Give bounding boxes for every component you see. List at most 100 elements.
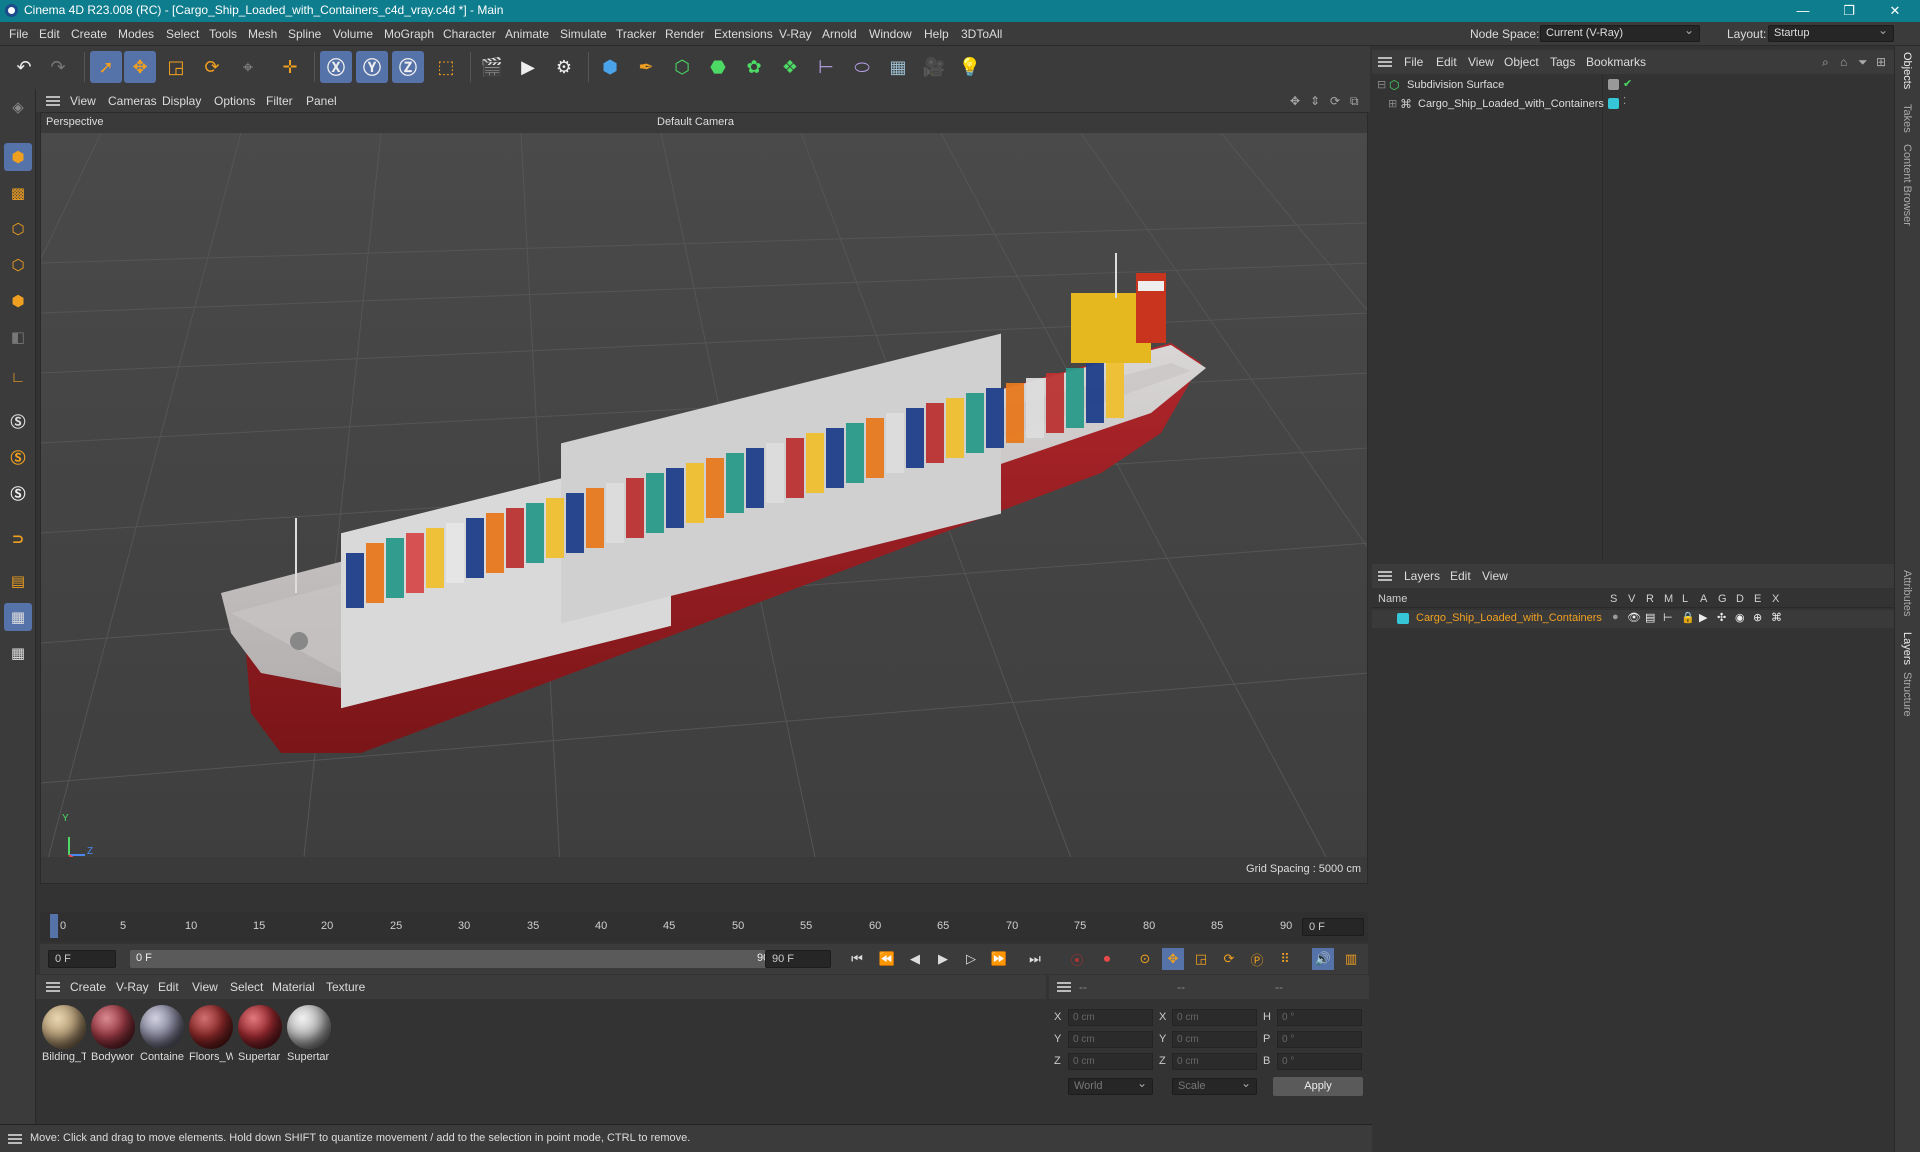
- viewport-zoom-icon[interactable]: ⇕: [1310, 94, 1320, 108]
- texture-mode-icon[interactable]: ▩: [4, 179, 32, 207]
- menu-select[interactable]: Select: [166, 27, 199, 41]
- layer-generator-icon[interactable]: ✣: [1717, 611, 1726, 624]
- locked-workplane-icon[interactable]: ▦: [4, 639, 32, 667]
- menu-character[interactable]: Character: [443, 27, 496, 41]
- snap-icon[interactable]: Ⓢ: [4, 407, 32, 435]
- menu-volume[interactable]: Volume: [333, 27, 373, 41]
- move-tool-icon[interactable]: ✥: [124, 51, 156, 83]
- viewport-maximize-icon[interactable]: ⧉: [1350, 94, 1359, 109]
- menu-mesh[interactable]: Mesh: [248, 27, 277, 41]
- material-menu-material[interactable]: Material: [272, 980, 315, 994]
- size-y-field[interactable]: 0 cm: [1172, 1031, 1257, 1048]
- restore-button[interactable]: ❐: [1826, 0, 1872, 22]
- material-menu-view[interactable]: View: [192, 980, 218, 994]
- viewport-menu-cameras[interactable]: Cameras: [108, 94, 157, 108]
- last-tool-icon[interactable]: ⌖: [232, 51, 264, 83]
- object-home-icon[interactable]: ⌂: [1840, 55, 1847, 69]
- layer-tag-icon[interactable]: [1608, 79, 1619, 90]
- key-rotation-icon[interactable]: ⟳: [1218, 948, 1240, 970]
- layer-expression-icon[interactable]: ⊕: [1753, 611, 1762, 624]
- make-editable-icon[interactable]: ◈: [4, 93, 32, 121]
- rot-p-field[interactable]: 0 °: [1277, 1031, 1362, 1048]
- viewport-menu-icon[interactable]: [46, 96, 60, 106]
- scale-tool-icon[interactable]: ◲: [160, 51, 192, 83]
- layer-manager-icon[interactable]: ⊢: [1663, 611, 1673, 624]
- axis-mode-icon[interactable]: ∟: [4, 363, 32, 391]
- pen-spline-icon[interactable]: ✒: [630, 51, 662, 83]
- viewport-perspective[interactable]: Perspective Default Camera Y Z X Grid Sp…: [40, 112, 1368, 884]
- field-icon[interactable]: ⬭: [846, 51, 878, 83]
- layer-menu-layers[interactable]: Layers: [1404, 569, 1440, 583]
- material-menu-texture[interactable]: Texture: [326, 980, 365, 994]
- rot-h-field[interactable]: 0 °: [1277, 1009, 1362, 1026]
- menu-simulate[interactable]: Simulate: [560, 27, 607, 41]
- enabled-check-icon[interactable]: ✔: [1623, 77, 1632, 90]
- go-to-end-icon[interactable]: ⏭: [1024, 948, 1046, 970]
- extrude-icon[interactable]: ⬣: [702, 51, 734, 83]
- material-menu-vray[interactable]: V-Ray: [116, 980, 149, 994]
- layout-dropdown[interactable]: Startup: [1768, 23, 1894, 42]
- polygon-mode-icon[interactable]: ⬢: [4, 287, 32, 315]
- layer-color-swatch[interactable]: [1397, 613, 1409, 624]
- object-menu-file[interactable]: File: [1404, 55, 1423, 69]
- subdivision-surface-icon[interactable]: ⬡: [666, 51, 698, 83]
- y-axis-lock-icon[interactable]: Ⓨ: [356, 51, 388, 83]
- object-row-cargo-ship[interactable]: ⊞ ⌘ Cargo_Ship_Loaded_with_Containers ⁚: [1372, 96, 1894, 114]
- go-to-start-icon[interactable]: ⏮: [846, 948, 868, 970]
- model-mode-icon[interactable]: ⬢: [4, 143, 32, 171]
- layer-name[interactable]: Cargo_Ship_Loaded_with_Containers: [1416, 612, 1602, 624]
- render-picture-viewer-icon[interactable]: ▶: [512, 51, 544, 83]
- menu-vray[interactable]: V-Ray: [779, 27, 812, 41]
- camera-name[interactable]: Default Camera: [657, 116, 734, 128]
- workplane-icon[interactable]: ▤: [4, 567, 32, 595]
- menu-3dtoall[interactable]: 3DToAll: [961, 27, 1002, 41]
- node-space-dropdown[interactable]: Current (V-Ray): [1540, 23, 1700, 42]
- tab-attributes[interactable]: Attributes: [1901, 570, 1913, 616]
- viewport-menu-panel[interactable]: Panel: [306, 94, 337, 108]
- key-parameter-icon[interactable]: Ⓟ: [1246, 948, 1268, 970]
- pos-z-field[interactable]: 0 cm: [1068, 1053, 1153, 1070]
- layer-animation-icon[interactable]: ▶: [1699, 611, 1707, 624]
- menu-file[interactable]: File: [9, 27, 28, 41]
- key-scale-icon[interactable]: ◲: [1190, 948, 1212, 970]
- material-item[interactable]: Containe: [140, 1005, 184, 1063]
- next-frame-icon[interactable]: ▷: [960, 948, 982, 970]
- layer-xref-icon[interactable]: ⌘: [1771, 611, 1782, 624]
- menu-mograph[interactable]: MoGraph: [384, 27, 434, 41]
- material-menu-icon[interactable]: [46, 982, 60, 992]
- material-item[interactable]: Bilding_T: [42, 1005, 86, 1063]
- layer-row[interactable]: Cargo_Ship_Loaded_with_Containers ● 👁 ▤ …: [1372, 610, 1894, 628]
- end-frame-field[interactable]: 90 F: [765, 950, 831, 968]
- timeline-playhead[interactable]: [50, 914, 58, 938]
- coordinates-menu-icon[interactable]: [1057, 982, 1071, 992]
- timeline-window-icon[interactable]: ▥: [1340, 948, 1362, 970]
- layer-menu-icon[interactable]: [1378, 571, 1392, 581]
- timeline-ruler[interactable]: 0 5 10 15 20 25 30 35 40 45 50 55 60 65 …: [40, 912, 1368, 942]
- pos-x-field[interactable]: 0 cm: [1068, 1009, 1153, 1026]
- viewport-menu-filter[interactable]: Filter: [266, 94, 293, 108]
- material-menu-create[interactable]: Create: [70, 980, 106, 994]
- play-icon[interactable]: ▶: [932, 948, 954, 970]
- material-item[interactable]: Supertar: [238, 1005, 282, 1063]
- menu-tracker[interactable]: Tracker: [616, 27, 656, 41]
- key-pla-icon[interactable]: ⠿: [1274, 948, 1296, 970]
- close-button[interactable]: ✕: [1872, 0, 1918, 22]
- object-search-icon[interactable]: ⌕: [1822, 55, 1829, 70]
- object-menu-tags[interactable]: Tags: [1550, 55, 1575, 69]
- viewport-menu-options[interactable]: Options: [214, 94, 255, 108]
- menu-modes[interactable]: Modes: [118, 27, 154, 41]
- layer-lock-icon[interactable]: 🔒: [1681, 611, 1695, 624]
- apply-button[interactable]: Apply: [1273, 1077, 1363, 1096]
- x-axis-lock-icon[interactable]: Ⓧ: [320, 51, 352, 83]
- autokey-icon[interactable]: ⏺: [1096, 948, 1118, 970]
- viewport-menu-display[interactable]: Display: [162, 94, 201, 108]
- tab-layers[interactable]: Layers: [1901, 632, 1913, 665]
- z-axis-lock-icon[interactable]: Ⓩ: [392, 51, 424, 83]
- transform-icon[interactable]: ✛: [274, 51, 306, 83]
- rot-b-field[interactable]: 0 °: [1277, 1053, 1362, 1070]
- object-filter-icon[interactable]: ⏷: [1858, 55, 1868, 70]
- tab-objects[interactable]: Objects: [1901, 52, 1913, 89]
- workplane-snap-icon[interactable]: Ⓢ: [4, 479, 32, 507]
- undo-icon[interactable]: ↶: [8, 51, 40, 83]
- layer-deformer-icon[interactable]: ◉: [1735, 611, 1745, 624]
